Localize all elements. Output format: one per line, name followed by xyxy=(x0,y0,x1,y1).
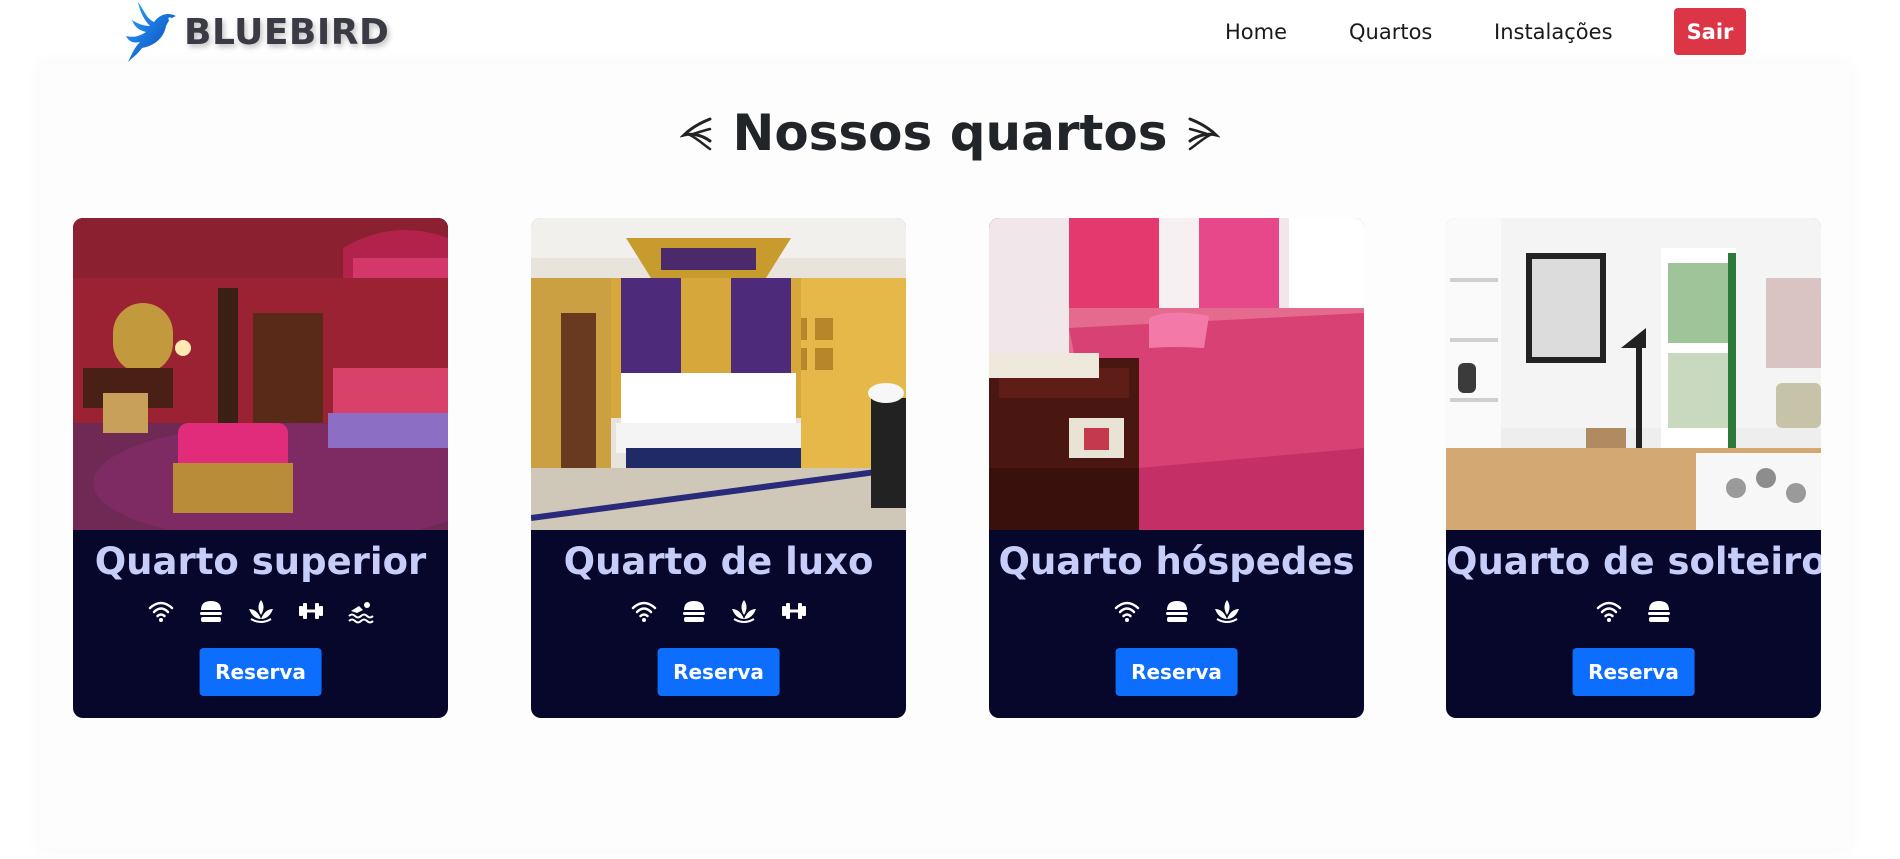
dumbbell-icon xyxy=(297,597,325,625)
spa-icon xyxy=(1213,597,1241,625)
amenities-list xyxy=(531,597,906,629)
room-card-guest: Quarto hóspedes Reserva xyxy=(989,218,1364,718)
page-title: Nossos quartos xyxy=(732,104,1168,162)
bird-logo-icon xyxy=(126,2,176,62)
burger-icon xyxy=(1645,597,1673,625)
reserve-button[interactable]: Reserva xyxy=(1115,648,1238,696)
room-title: Quarto de solteiro xyxy=(1446,540,1821,583)
amenities-list xyxy=(1446,597,1821,629)
room-image-luxury xyxy=(531,218,906,530)
section-header: Nossos quartos xyxy=(0,104,1900,162)
dumbbell-icon xyxy=(780,597,808,625)
reserve-button[interactable]: Reserva xyxy=(199,648,322,696)
room-image-guest xyxy=(989,218,1364,530)
right-ornament-icon xyxy=(1188,117,1220,151)
nav-link-home[interactable]: Home xyxy=(1225,20,1287,44)
room-card-luxury: Quarto de luxo Reserva xyxy=(531,218,906,718)
navbar: BLUEBIRD Home Quartos Instalações Sair xyxy=(0,0,1900,64)
reserve-button[interactable]: Reserva xyxy=(1572,648,1695,696)
nav-link-rooms[interactable]: Quartos xyxy=(1349,20,1432,44)
room-title: Quarto superior xyxy=(94,540,427,583)
wifi-icon xyxy=(147,597,175,625)
wifi-icon xyxy=(1595,597,1623,625)
burger-icon xyxy=(197,597,225,625)
left-ornament-icon xyxy=(680,117,712,151)
room-card-single: Quarto de solteiro Reserva xyxy=(1446,218,1821,718)
wifi-icon xyxy=(630,597,658,625)
swimming-icon xyxy=(347,597,375,625)
room-card-superior: Quarto superior Reserva xyxy=(73,218,448,718)
wifi-icon xyxy=(1113,597,1141,625)
room-title: Quarto hóspedes xyxy=(998,540,1355,583)
logout-button[interactable]: Sair xyxy=(1674,8,1746,55)
spa-icon xyxy=(247,597,275,625)
brand[interactable]: BLUEBIRD xyxy=(124,0,389,64)
amenities-list xyxy=(989,597,1364,629)
brand-name: BLUEBIRD xyxy=(184,11,390,53)
amenities-list xyxy=(73,597,448,629)
room-image-superior xyxy=(73,218,448,530)
burger-icon xyxy=(1163,597,1191,625)
nav-link-facilities[interactable]: Instalações xyxy=(1494,20,1613,44)
spa-icon xyxy=(730,597,758,625)
reserve-button[interactable]: Reserva xyxy=(657,648,780,696)
burger-icon xyxy=(680,597,708,625)
room-image-single xyxy=(1446,218,1821,530)
room-title: Quarto de luxo xyxy=(563,540,874,583)
